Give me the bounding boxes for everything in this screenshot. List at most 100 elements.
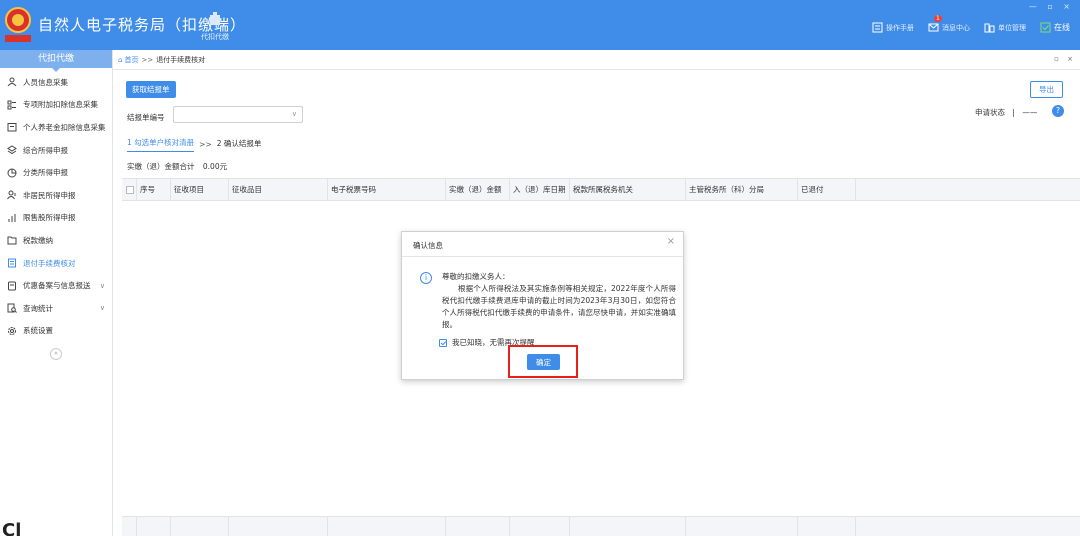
apply-status-label: 申请状态 bbox=[975, 108, 1005, 117]
apply-status-value: —— bbox=[1022, 108, 1038, 117]
sidebar-item-tax-payment[interactable]: 税款缴纳 bbox=[0, 229, 112, 252]
message-center-label: 消息中心 bbox=[942, 23, 970, 32]
withholding-tool[interactable]: 代扣代缴 bbox=[198, 12, 232, 42]
manual-label: 操作手册 bbox=[886, 23, 914, 32]
column-header: 税款所属税务机关 bbox=[570, 179, 686, 201]
sidebar-item-pension-deduction[interactable]: 个人养老金扣除信息采集 bbox=[0, 116, 112, 139]
sidebar-item-fee-refund-check[interactable]: 退付手续费核对 bbox=[0, 252, 112, 275]
bill-number-label: 结报单编号 bbox=[127, 113, 165, 122]
column-header: 序号 bbox=[137, 179, 171, 201]
sidebar-item-label: 个人养老金扣除信息采集 bbox=[23, 122, 106, 132]
message-center-button[interactable]: 1 消息中心 bbox=[928, 15, 970, 33]
bill-number-select[interactable]: ∨ bbox=[173, 106, 303, 123]
breadcrumb-separator: >> bbox=[141, 55, 154, 64]
column-header: 电子税票号码 bbox=[328, 179, 446, 201]
table-header: 序号 征收项目 征收品目 电子税票号码 实缴（退）金额 入（退）库日期 税款所属… bbox=[122, 179, 1080, 201]
sidebar-item-restricted-shares[interactable]: 限售股所得申报 bbox=[0, 207, 112, 230]
total-amount-value: 0.00元 bbox=[202, 162, 228, 171]
unit-management-label: 单位管理 bbox=[998, 23, 1026, 32]
step-2-tab[interactable]: 2 确认结报单 bbox=[217, 138, 262, 152]
folder-icon bbox=[7, 236, 17, 245]
corner-watermark: Cl bbox=[2, 520, 22, 536]
highlight-box bbox=[508, 345, 578, 378]
dialog-divider bbox=[402, 256, 683, 257]
apply-status: 申请状态 | —— bbox=[975, 107, 1037, 118]
sidebar: 代扣代缴 人员信息采集 专项附加扣除信息采集 个人养老金扣除信息采集 综合所得申… bbox=[0, 50, 113, 536]
sidebar-item-special-deduction[interactable]: 专项附加扣除信息采集 bbox=[0, 94, 112, 117]
unit-management-button[interactable]: 单位管理 bbox=[984, 22, 1026, 33]
building-icon bbox=[984, 23, 995, 33]
home-icon[interactable]: ⌂ bbox=[118, 56, 122, 64]
sidebar-item-query-statistics[interactable]: 查询统计 ∨ bbox=[0, 297, 112, 320]
dialog-title: 确认信息 bbox=[413, 241, 443, 250]
sidebar-item-classified-income[interactable]: 分类所得申报 bbox=[0, 161, 112, 184]
sidebar-item-label: 专项附加扣除信息采集 bbox=[23, 100, 98, 110]
total-amount: 实缴（退）金额合计 0.00元 bbox=[127, 161, 227, 172]
bar-chart-icon bbox=[8, 213, 16, 222]
sidebar-header: 代扣代缴 bbox=[0, 50, 112, 72]
column-header: 实缴（退）金额 bbox=[446, 179, 510, 201]
book-icon bbox=[872, 22, 883, 33]
gear-icon bbox=[8, 326, 16, 335]
total-amount-label: 实缴（退）金额合计 bbox=[127, 162, 195, 171]
online-label: 在线 bbox=[1054, 23, 1070, 32]
export-button[interactable]: 导出 bbox=[1030, 81, 1063, 98]
dialog-message: 根据个人所得税法及其实施条例等相关规定，2022年度个人所得税代扣代缴手续费退库… bbox=[442, 284, 676, 329]
checkbox-checked-icon[interactable] bbox=[439, 338, 447, 347]
sidebar-item-label: 查询统计 bbox=[23, 303, 53, 313]
sidebar-item-preferential-filing[interactable]: 优惠备案与信息报送 ∨ bbox=[0, 274, 112, 297]
chevron-down-icon: ∨ bbox=[291, 110, 297, 118]
sidebar-item-label: 综合所得申报 bbox=[23, 145, 68, 155]
breadcrumb-current: 退付手续费核对 bbox=[156, 55, 206, 64]
sidebar-item-label: 分类所得申报 bbox=[23, 168, 68, 178]
mail-icon bbox=[928, 23, 939, 32]
apply-status-separator: | bbox=[1012, 108, 1015, 117]
window-controls[interactable]: — ▫ × bbox=[1029, 2, 1074, 11]
sidebar-item-label: 退付手续费核对 bbox=[23, 258, 76, 268]
withholding-tool-label: 代扣代缴 bbox=[201, 33, 229, 41]
search-doc-icon bbox=[7, 303, 17, 314]
sidebar-item-system-settings[interactable]: 系统设置 bbox=[0, 320, 112, 343]
breadcrumb: ⌂ 首页 >> 退付手续费核对 ▫ × bbox=[113, 50, 1080, 70]
tax-logo bbox=[3, 5, 33, 43]
sidebar-item-label: 非居民所得申报 bbox=[23, 190, 76, 200]
withholding-icon bbox=[210, 12, 220, 25]
top-header: 自然人电子税务局（扣缴端） 代扣代缴 操作手册 1 消息中心 单位管理 在线 —… bbox=[0, 0, 1080, 50]
column-header: 主管税务所（科）分局 bbox=[686, 179, 798, 201]
help-icon[interactable]: ? bbox=[1052, 105, 1064, 117]
message-badge: 1 bbox=[934, 15, 942, 22]
sidebar-item-label: 人员信息采集 bbox=[23, 77, 68, 87]
step-1-tab[interactable]: 1 勾选单户核对清册 bbox=[127, 137, 195, 152]
table-footer bbox=[122, 516, 1080, 536]
report-icon bbox=[8, 281, 16, 291]
online-status[interactable]: 在线 bbox=[1040, 22, 1070, 33]
column-header: 入（退）库日期 bbox=[510, 179, 570, 201]
header-actions: 操作手册 1 消息中心 单位管理 在线 bbox=[872, 15, 1070, 33]
close-icon[interactable]: × bbox=[667, 236, 675, 247]
column-header: 征收项目 bbox=[171, 179, 229, 201]
online-check-icon bbox=[1040, 22, 1051, 33]
column-header: 征收品目 bbox=[229, 179, 328, 201]
sidebar-title: 代扣代缴 bbox=[37, 54, 74, 64]
sidebar-menu: 人员信息采集 专项附加扣除信息采集 个人养老金扣除信息采集 综合所得申报 分类所… bbox=[0, 68, 112, 342]
tab-controls[interactable]: ▫ × bbox=[1054, 55, 1076, 63]
calendar-icon bbox=[7, 123, 17, 132]
sidebar-item-label: 限售股所得申报 bbox=[23, 213, 76, 223]
chevron-down-icon: ∨ bbox=[99, 281, 105, 290]
pie-icon bbox=[7, 168, 17, 178]
breadcrumb-home[interactable]: 首页 bbox=[124, 55, 138, 65]
sidebar-item-nonresident-income[interactable]: 非居民所得申报 bbox=[0, 184, 112, 207]
chevron-down-icon: ∨ bbox=[99, 304, 105, 313]
sidebar-item-comprehensive-income[interactable]: 综合所得申报 bbox=[0, 139, 112, 162]
info-icon: i bbox=[420, 272, 432, 284]
sidebar-item-label: 系统设置 bbox=[23, 326, 53, 336]
person-outline-icon bbox=[7, 190, 16, 200]
list-icon bbox=[7, 100, 16, 110]
select-all-checkbox[interactable] bbox=[122, 179, 137, 201]
manual-button[interactable]: 操作手册 bbox=[872, 22, 914, 33]
column-header: 已退付 bbox=[798, 179, 856, 201]
sidebar-collapse-button[interactable]: « bbox=[50, 348, 62, 360]
dialog-greeting: 尊敬的扣缴义务人： bbox=[442, 272, 510, 281]
sidebar-item-personnel-info[interactable]: 人员信息采集 bbox=[0, 71, 112, 94]
fetch-bill-button[interactable]: 获取结报单 bbox=[126, 81, 176, 98]
